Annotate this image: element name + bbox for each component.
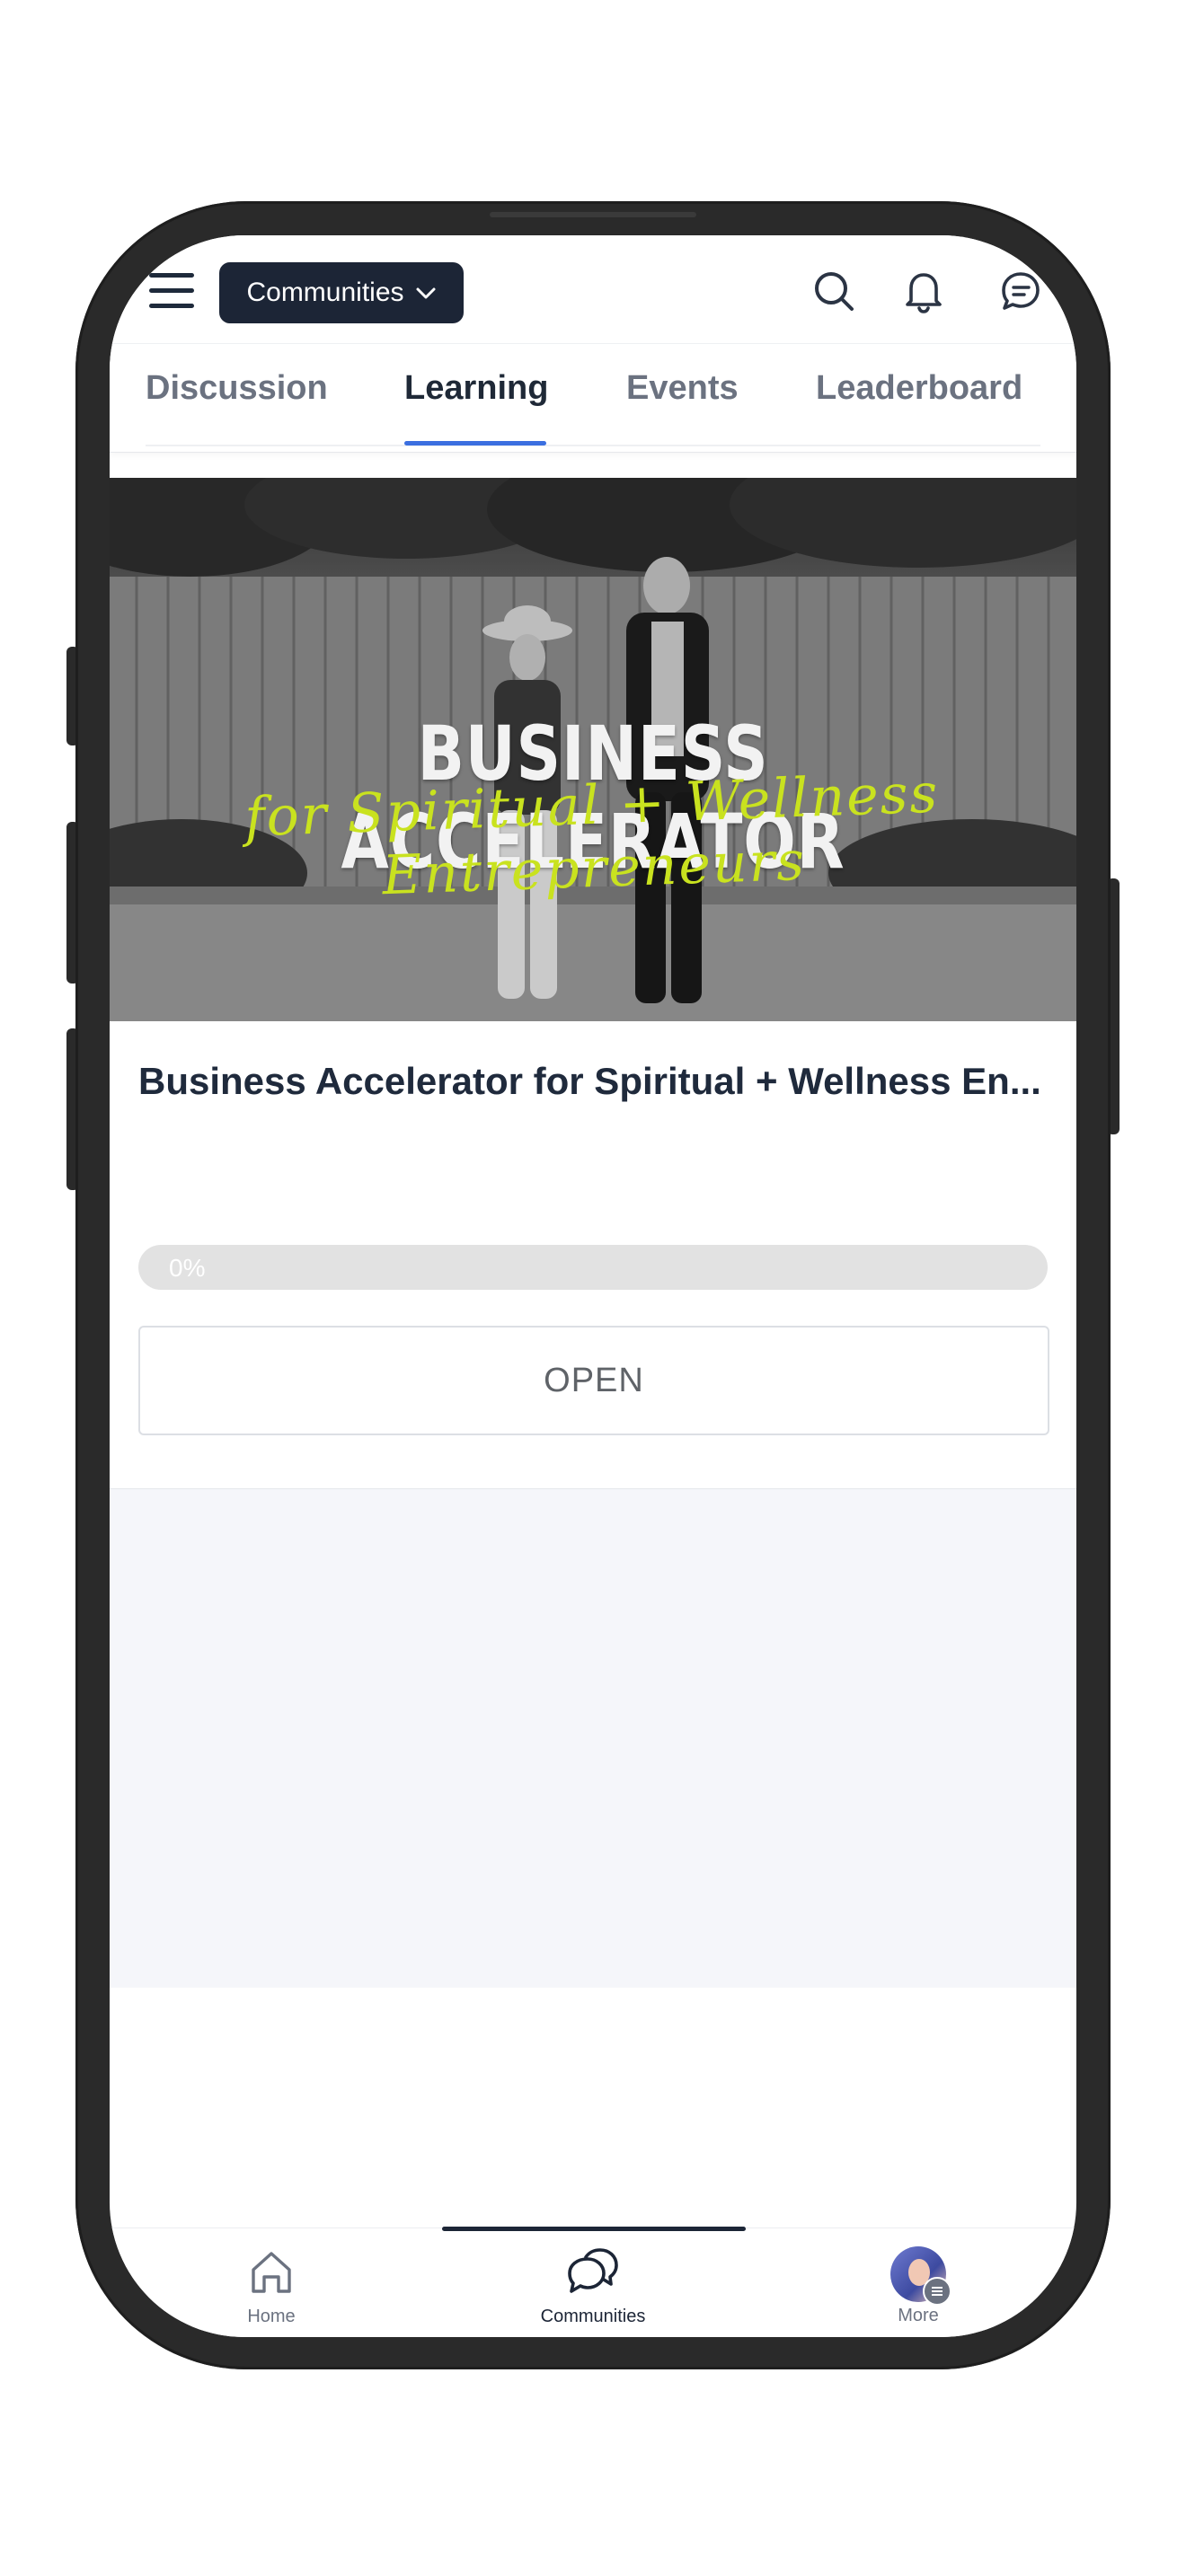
communities-dropdown-button[interactable]: Communities (219, 262, 464, 323)
top-bar: Communities (110, 235, 1076, 343)
section-tabs: Discussion Learning Events Leaderboard (110, 343, 1076, 453)
chevron-down-icon (415, 278, 437, 308)
course-progress-bar: 0% (138, 1245, 1048, 1290)
course-cover-image[interactable]: BUSINESS ACCELERATOR for Spiritual + Wel… (110, 478, 1076, 1021)
active-tab-indicator (404, 441, 546, 446)
course-progress-label: 0% (169, 1254, 206, 1282)
tab-learning[interactable]: Learning (404, 369, 548, 408)
home-icon (246, 2246, 296, 2301)
app-screen: Communities Discussion Learning Events L… (110, 235, 1076, 2337)
avatar (890, 2246, 951, 2306)
tabs-divider (146, 445, 1040, 446)
menu-icon[interactable] (149, 273, 194, 309)
tab-discussion[interactable]: Discussion (146, 369, 328, 408)
nav-item-home[interactable]: Home (199, 2246, 343, 2327)
course-card[interactable]: BUSINESS ACCELERATOR for Spiritual + Wel… (110, 478, 1076, 1488)
course-title[interactable]: Business Accelerator for Spiritual + Wel… (138, 1060, 1046, 1103)
communities-icon (566, 2246, 620, 2301)
bell-icon[interactable] (898, 266, 949, 316)
tab-events[interactable]: Events (626, 369, 739, 408)
active-nav-indicator (442, 2227, 746, 2231)
nav-label-communities: Communities (540, 2307, 646, 2326)
menu-badge-icon (923, 2277, 951, 2306)
open-course-button[interactable]: OPEN (138, 1326, 1049, 1435)
tab-leaderboard[interactable]: Leaderboard (816, 369, 1022, 408)
communities-dropdown-label: Communities (246, 278, 404, 307)
nav-item-communities[interactable]: Communities (521, 2246, 665, 2327)
device-mockup: Communities Discussion Learning Events L… (0, 0, 1186, 2576)
nav-item-more[interactable]: More (846, 2246, 990, 2326)
empty-list-area (110, 1488, 1076, 1988)
bottom-navigation: Home Communities More (110, 2227, 1076, 2337)
chat-icon[interactable] (996, 266, 1046, 316)
nav-label-home: Home (247, 2307, 296, 2326)
search-icon[interactable] (809, 266, 859, 316)
phone-speaker (490, 212, 696, 217)
nav-label-more: More (898, 2306, 939, 2325)
